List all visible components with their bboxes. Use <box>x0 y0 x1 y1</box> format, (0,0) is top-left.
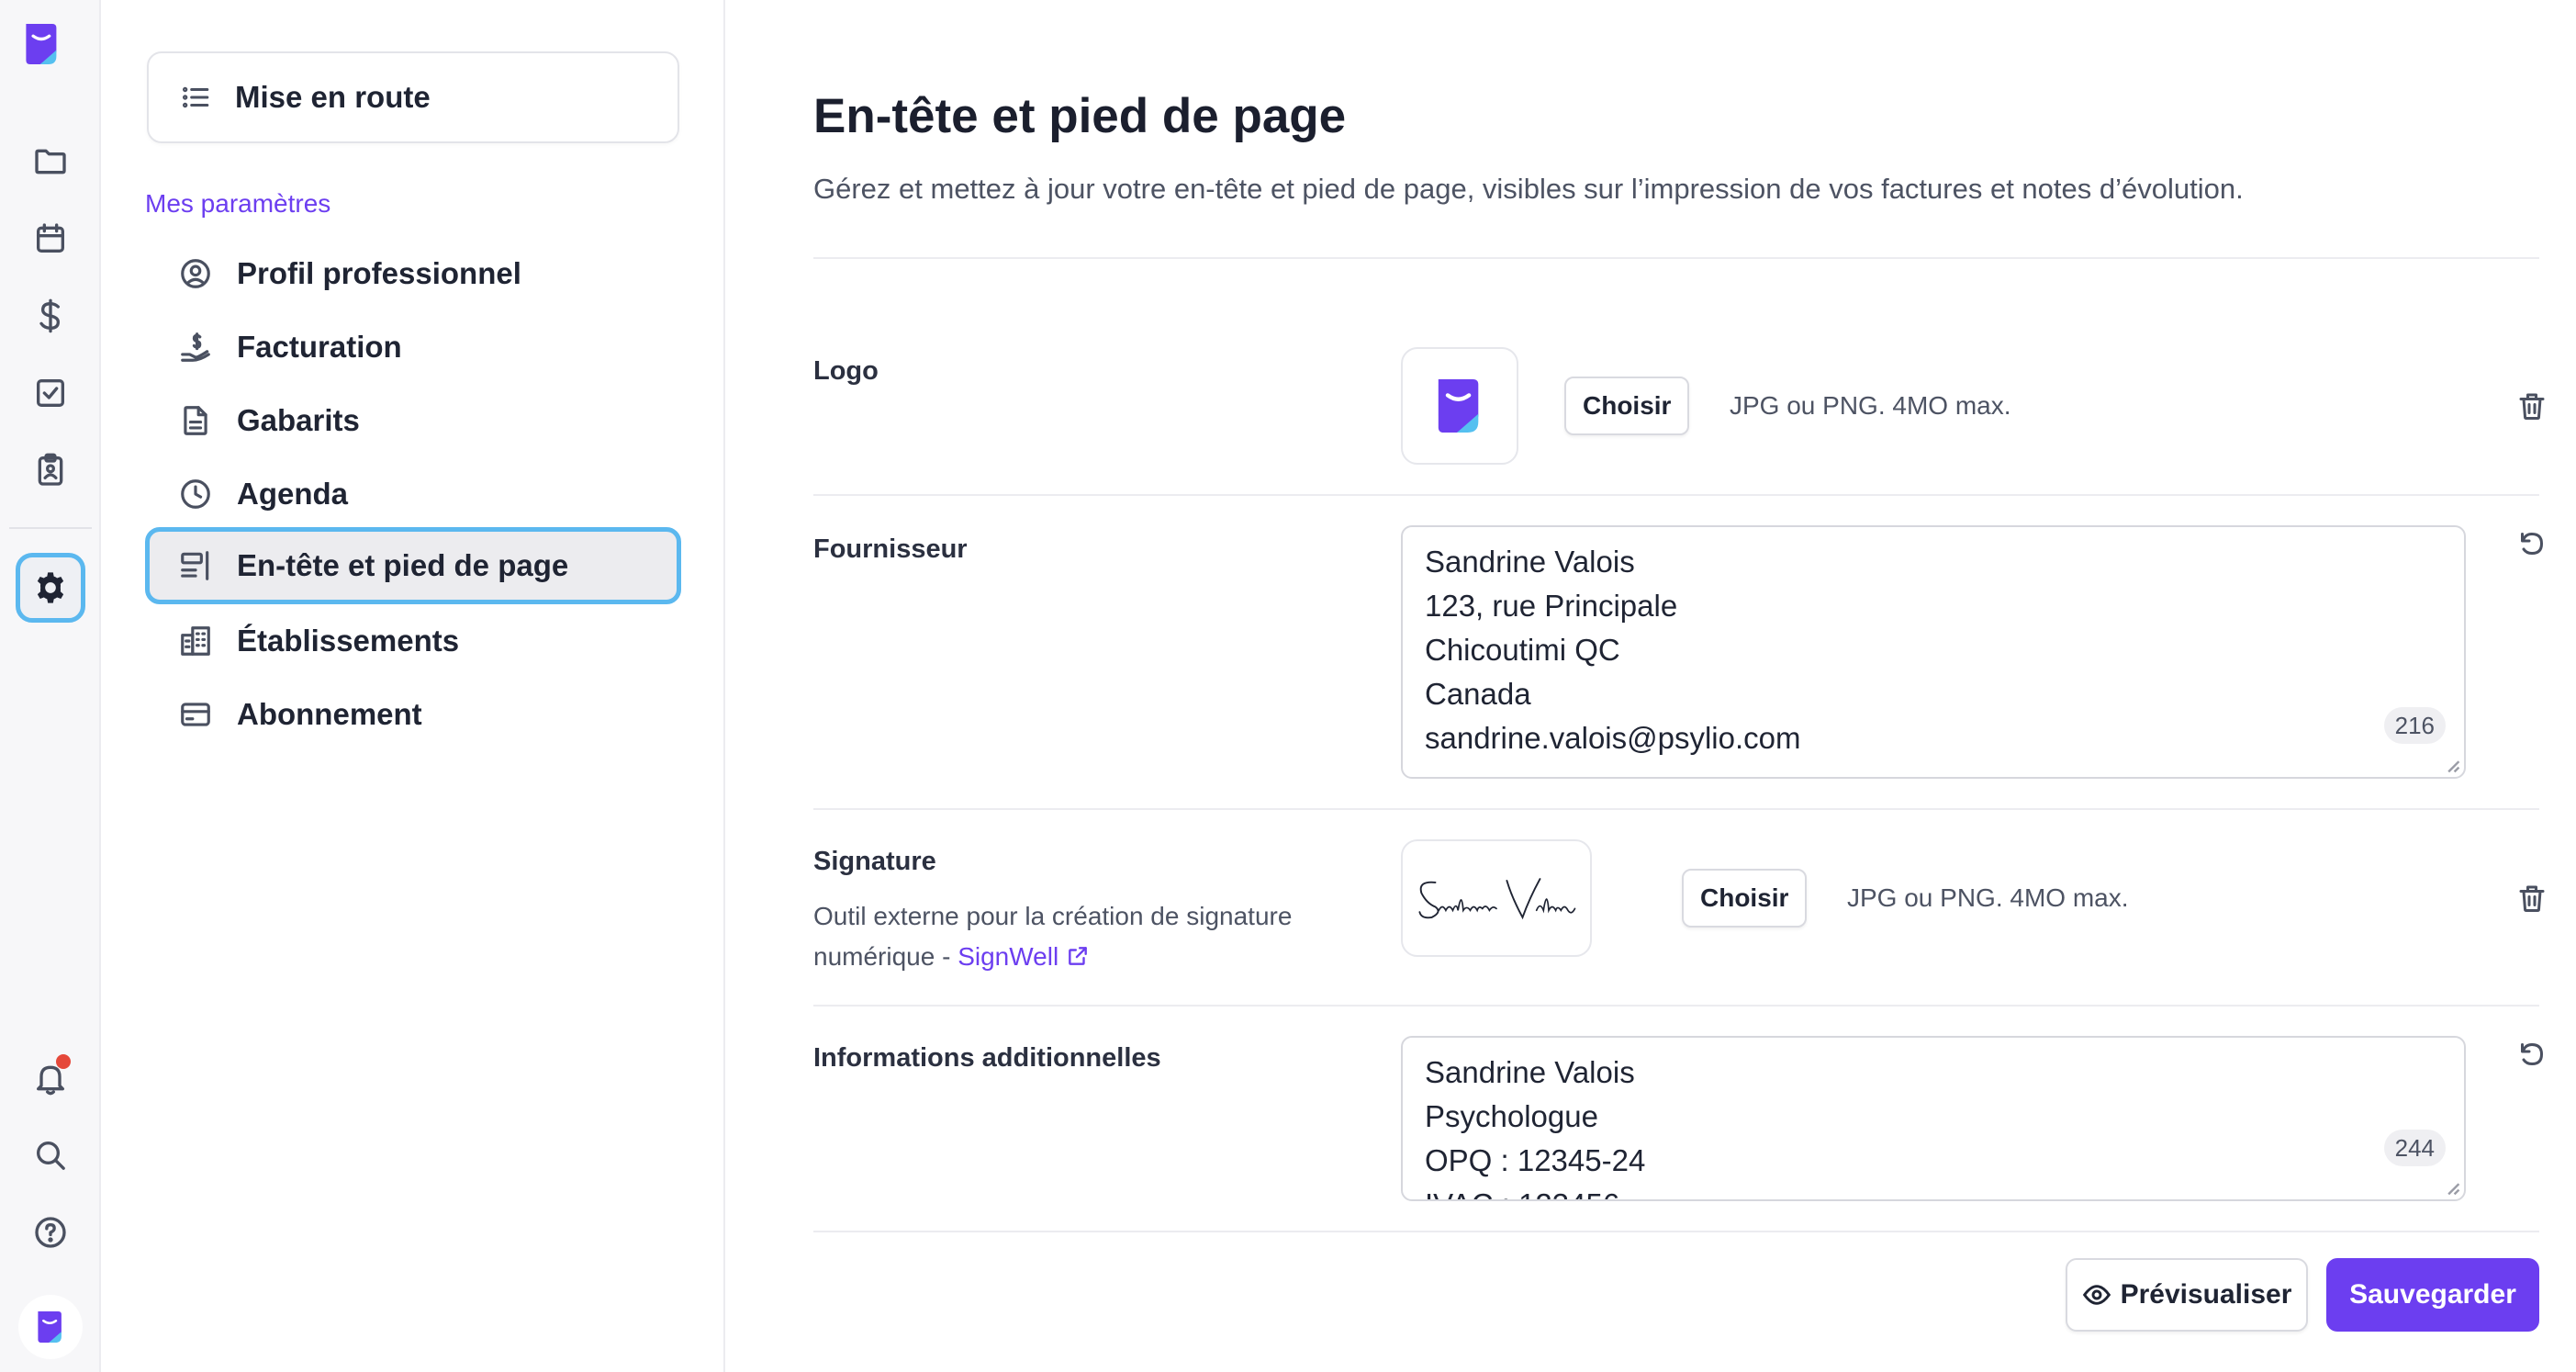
divider <box>813 257 2539 259</box>
hand-dollar-icon <box>181 332 210 362</box>
document-icon <box>184 406 207 435</box>
signature-label: Signature <box>813 847 936 876</box>
signwell-link[interactable]: SignWell <box>958 942 1090 971</box>
buildings-icon <box>181 626 210 656</box>
preview-button[interactable]: Prévisualiser <box>2066 1258 2308 1332</box>
brand-logo-image <box>1438 379 1479 433</box>
list-icon <box>182 86 209 108</box>
logo-label: Logo <box>813 356 879 386</box>
header-footer-icon <box>181 551 209 580</box>
additional-info-label: Informations additionnelles <box>813 1043 1161 1073</box>
menu-item-agenda[interactable]: Agenda <box>145 455 681 533</box>
save-button[interactable]: Sauvegarder <box>2326 1258 2539 1332</box>
menu-item-label: Gabarits <box>237 403 360 437</box>
divider <box>813 808 2539 810</box>
signature-hint: JPG ou PNG. 4MO max. <box>1847 883 2129 912</box>
signature-delete-icon[interactable] <box>2515 882 2548 915</box>
menu-item-profile[interactable]: Profil professionnel <box>145 235 681 312</box>
gear-icon[interactable] <box>16 553 85 623</box>
search-icon[interactable] <box>16 1120 85 1190</box>
menu-section-title: Mes paramètres <box>145 189 331 218</box>
user-circle-icon <box>181 259 210 288</box>
signature-preview <box>1401 839 1592 957</box>
additional-info-text: Sandrine Valois Psychologue OPQ : 12345-… <box>1425 1055 1646 1199</box>
signwell-link-text: SignWell <box>958 942 1059 971</box>
app-logo[interactable] <box>22 17 77 75</box>
menu-item-subscription[interactable]: Abonnement <box>145 676 681 753</box>
clipboard-user-icon[interactable] <box>16 435 85 505</box>
signature-choose-button[interactable]: Choisir <box>1682 869 1808 928</box>
getting-started-label: Mise en route <box>235 80 431 114</box>
page-description: Gérez et mettez à jour votre en-tête et … <box>813 173 2244 205</box>
additional-info-textarea[interactable]: Sandrine Valois Psychologue OPQ : 12345-… <box>1401 1036 2466 1201</box>
menu-item-label: Profil professionnel <box>237 256 521 290</box>
page-title: En-tête et pied de page <box>813 89 1347 143</box>
signature-image <box>1418 878 1576 920</box>
resize-handle[interactable] <box>2446 1181 2460 1196</box>
divider <box>813 494 2539 496</box>
supplier-textarea[interactable]: Sandrine Valois 123, rue Principale Chic… <box>1401 525 2466 779</box>
clock-icon <box>181 479 210 509</box>
menu-item-label: Établissements <box>237 624 460 658</box>
settings-menu: Mise en route Mes paramètres Profil prof… <box>101 0 725 1372</box>
bell-icon[interactable] <box>16 1043 85 1113</box>
signature-help-text: Outil externe pour la création de signat… <box>813 896 1364 977</box>
menu-item-establishments[interactable]: Établissements <box>145 602 681 680</box>
getting-started-button[interactable]: Mise en route <box>147 51 679 143</box>
credit-card-icon <box>181 703 210 726</box>
external-link-icon <box>1069 947 1087 965</box>
logo-choose-button[interactable]: Choisir <box>1564 377 1690 435</box>
additional-info-char-counter: 244 <box>2383 1130 2446 1166</box>
menu-item-label: Facturation <box>237 330 402 364</box>
logo-preview <box>1401 347 1518 465</box>
supplier-char-counter: 216 <box>2383 707 2446 744</box>
supplier-label: Fournisseur <box>813 534 968 564</box>
icon-rail <box>0 0 101 1372</box>
logo-hint: JPG ou PNG. 4MO max. <box>1730 391 2011 420</box>
logo-delete-icon[interactable] <box>2515 389 2548 422</box>
calendar-icon[interactable] <box>16 204 85 274</box>
supplier-text: Sandrine Valois 123, rue Principale Chic… <box>1425 545 1801 755</box>
divider <box>813 1231 2539 1232</box>
resize-handle[interactable] <box>2446 759 2460 773</box>
eye-icon <box>2082 1285 2111 1305</box>
folder-icon[interactable] <box>16 127 85 197</box>
preview-label: Prévisualiser <box>2120 1279 2292 1310</box>
menu-item-billing[interactable]: Facturation <box>145 309 681 386</box>
menu-item-label: Abonnement <box>237 697 422 731</box>
notification-dot <box>56 1054 71 1069</box>
menu-item-label: Agenda <box>237 477 349 511</box>
main-content: En-tête et pied de page Gérez et mettez … <box>727 0 2576 1372</box>
rail-divider <box>9 527 92 529</box>
menu-item-templates[interactable]: Gabarits <box>145 382 681 459</box>
menu-item-label: En-tête et pied de page <box>237 548 569 582</box>
help-icon[interactable] <box>16 1198 85 1267</box>
additional-info-reset-icon[interactable] <box>2515 1038 2548 1071</box>
menu-item-header-footer[interactable]: En-tête et pied de page <box>145 527 681 604</box>
dollar-icon[interactable] <box>16 281 85 351</box>
supplier-reset-icon[interactable] <box>2515 527 2548 560</box>
task-check-icon[interactable] <box>16 358 85 428</box>
user-avatar[interactable] <box>18 1295 83 1359</box>
divider <box>813 1005 2539 1007</box>
